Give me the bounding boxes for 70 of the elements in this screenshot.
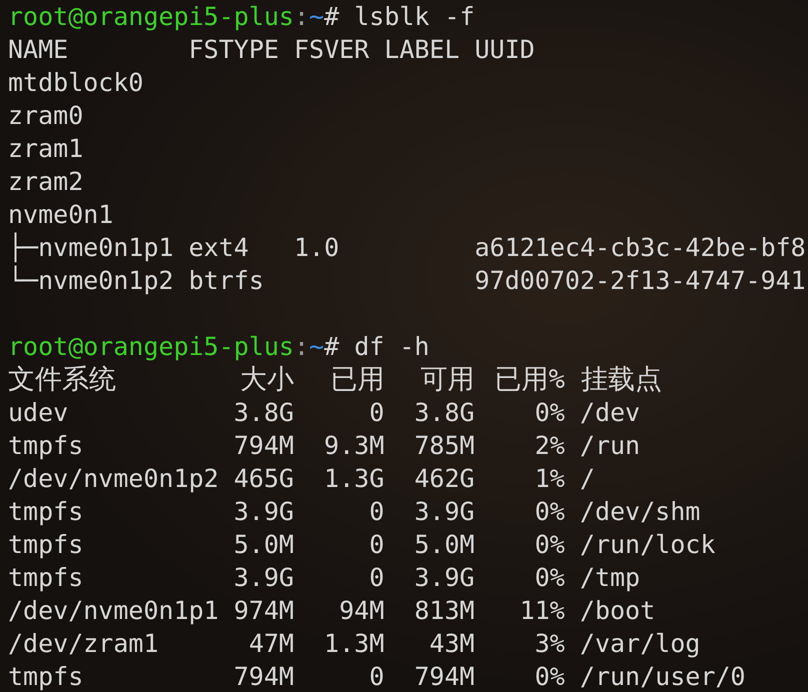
table-cell-text: 3% [534, 628, 565, 660]
column-header: 已用 [330, 363, 384, 396]
table-cell-text: /run/user/0 [580, 661, 746, 692]
table-cell-text: 3.9G [414, 562, 475, 594]
table-cell-text: 974M [234, 595, 294, 627]
output-line: ├─nvme0n1p1 ext4 1.0 a6121ec4-cb3c-42be-bf8 [8, 232, 806, 264]
table-cell-text: / [580, 463, 595, 495]
table-cell-text: 465G [234, 463, 294, 495]
output-line: zram1 [8, 133, 84, 165]
table-cell-text: 0 [369, 397, 384, 429]
table-cell-text: /dev/zram1 [8, 628, 159, 660]
output-line: zram2 [8, 166, 84, 198]
table-cell-text: 3.8G [234, 397, 294, 429]
table-cell-text: /boot [580, 595, 656, 627]
table-cell-text: 0 [369, 496, 384, 528]
table-cell-text: 794M [234, 430, 294, 462]
table-cell-text: 785M [414, 430, 475, 462]
table-cell-text: tmpfs [8, 661, 84, 692]
table-cell-text: 43M [429, 628, 475, 660]
table-cell-text: /dev [580, 397, 640, 429]
table-cell-text: 5.0M [414, 529, 475, 561]
table-cell-text: 0 [369, 661, 384, 692]
table-cell-text: /run/lock [580, 529, 716, 561]
prompt-line: root@orangepi5-plus:~# lsblk -f [8, 1, 475, 33]
table-cell-text: /var/log [580, 628, 700, 660]
table-cell-text: tmpfs [8, 430, 84, 462]
table-cell-text: tmpfs [8, 529, 84, 561]
table-cell-text: 1.3M [324, 628, 384, 660]
table-cell-text: 0% [534, 496, 565, 528]
table-cell-text: 9.3M [324, 430, 384, 462]
output-line: mtdblock0 [8, 67, 144, 99]
table-cell-text: 47M [248, 628, 294, 660]
output-line: nvme0n1 [8, 199, 114, 231]
table-cell-text: /run [580, 430, 640, 462]
table-cell-text: tmpfs [8, 496, 84, 528]
column-header: 挂载点 [581, 363, 662, 396]
table-cell-text: 0 [369, 562, 384, 594]
table-cell-text: 0% [534, 661, 565, 692]
table-cell-text: 3.9G [234, 562, 294, 594]
table-cell-text: 794M [234, 661, 294, 692]
table-cell-text: 0 [369, 529, 384, 561]
table-cell-text: /dev/shm [580, 496, 700, 528]
column-header: 文件系统 [8, 363, 116, 396]
table-cell-text: 2% [534, 430, 565, 462]
table-cell-text: /tmp [580, 562, 640, 594]
table-cell-text: udev [8, 397, 68, 429]
table-cell-text: 5.0M [234, 529, 294, 561]
table-cell-text: /dev/nvme0n1p2 [8, 463, 219, 495]
prompt-line: root@orangepi5-plus:~# df -h [8, 331, 430, 363]
table-cell-text: 0% [534, 529, 565, 561]
table-cell-text: /dev/nvme0n1p1 [8, 595, 219, 627]
output-header: NAME FSTYPE FSVER LABEL UUID [8, 34, 535, 66]
table-cell-text: 0% [534, 562, 565, 594]
table-cell-text: 1.3G [324, 463, 384, 495]
table-cell-text: 1% [534, 463, 565, 495]
column-header: 已用% [494, 363, 565, 396]
table-cell-text: 462G [414, 463, 475, 495]
table-cell-text: 3.9G [234, 496, 294, 528]
table-cell-text: 94M [339, 595, 384, 627]
table-cell-text: 3.9G [414, 496, 475, 528]
table-cell-text: 11% [520, 595, 565, 627]
column-header: 可用 [420, 363, 475, 396]
table-cell-text: 0% [534, 397, 565, 429]
output-line: zram0 [8, 100, 84, 132]
table-cell-text: tmpfs [8, 562, 84, 594]
column-header: 大小 [240, 363, 294, 396]
table-cell-text: 794M [414, 661, 475, 692]
table-cell-text: 813M [414, 595, 475, 627]
output-line: └─nvme0n1p2 btrfs 97d00702-2f13-4747-941 [8, 264, 806, 297]
table-cell-text: 3.8G [414, 397, 475, 429]
